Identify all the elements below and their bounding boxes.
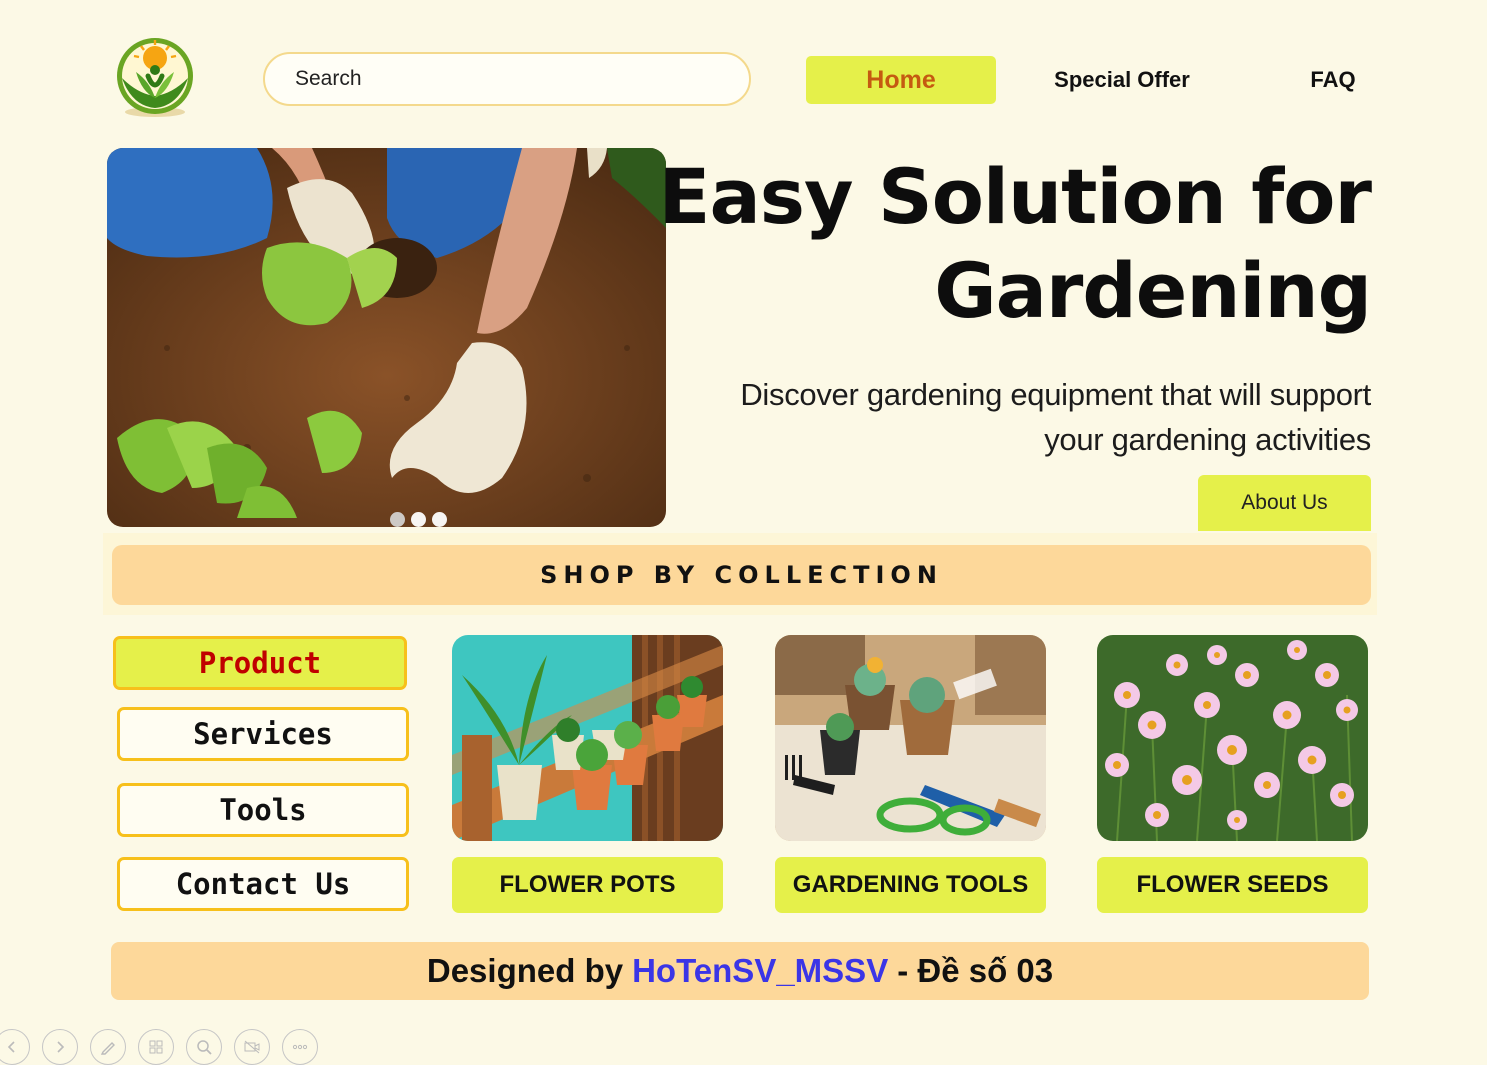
hero-subtitle-line: your gardening activities [1044, 422, 1371, 457]
carousel-dot[interactable] [432, 512, 447, 527]
hero-subtitle-line: Discover gardening equipment that will s… [740, 377, 1371, 412]
next-icon[interactable] [42, 1029, 78, 1065]
about-us-button[interactable]: About Us [1198, 475, 1371, 531]
site-logo[interactable] [112, 36, 198, 118]
hero-title: Easy Solution for Gardening [651, 150, 1372, 338]
carousel-dot[interactable] [411, 512, 426, 527]
flower-seeds-button[interactable]: FLOWER SEEDS [1097, 857, 1368, 913]
gardening-logo-icon [117, 38, 193, 117]
credit-prefix: Designed by [426, 952, 624, 989]
zoom-icon[interactable] [186, 1029, 222, 1065]
flower-pots-button[interactable]: FLOWER POTS [452, 857, 723, 913]
shop-by-collection-heading: SHOP BY COLLECTION [112, 545, 1371, 605]
video-icon[interactable] [234, 1029, 270, 1065]
nav-home-button[interactable]: Home [806, 56, 996, 104]
carousel-dot[interactable] [390, 512, 405, 527]
designer-credit-footer: Designed by HoTenSV_MSSV - Đề số 03 [111, 942, 1369, 1000]
previous-icon[interactable] [0, 1029, 30, 1065]
nav-special-offer-link[interactable]: Special Offer [1030, 56, 1214, 104]
credit-highlight: HoTenSV_MSSV [632, 952, 889, 989]
sidebar-item-product[interactable]: Product [113, 636, 407, 690]
gardening-tools-image[interactable] [775, 635, 1046, 841]
nav-faq-link[interactable]: FAQ [1290, 56, 1376, 104]
gardening-tools-button[interactable]: GARDENING TOOLS [775, 857, 1046, 913]
hero-title-line: Gardening [934, 246, 1372, 335]
slideshow-toolbar [0, 1029, 318, 1065]
hero-title-line: Easy Solution for [658, 152, 1372, 241]
flower-seeds-image[interactable] [1097, 635, 1368, 841]
hero-subtitle: Discover gardening equipment that will s… [671, 372, 1371, 462]
carousel-dots[interactable] [390, 512, 447, 527]
credit-suffix: - Đề số 03 [897, 952, 1054, 989]
sidebar-item-contact-us[interactable]: Contact Us [117, 857, 409, 911]
more-icon[interactable] [282, 1029, 318, 1065]
pen-icon[interactable] [90, 1029, 126, 1065]
sidebar-item-services[interactable]: Services [117, 707, 409, 761]
hero-gardening-photo [107, 148, 666, 527]
search-input[interactable] [263, 52, 751, 106]
slides-icon[interactable] [138, 1029, 174, 1065]
sidebar-item-tools[interactable]: Tools [117, 783, 409, 837]
flower-pots-image[interactable] [452, 635, 723, 841]
